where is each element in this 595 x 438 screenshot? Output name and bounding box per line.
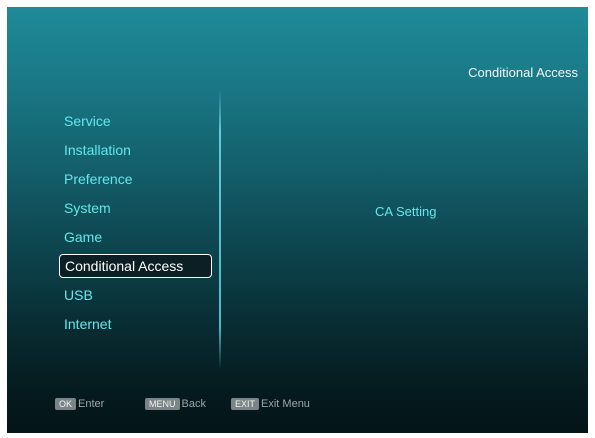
tv-menu-screen: Conditional Access Service Installation … — [7, 7, 588, 433]
hint-ok-label: Enter — [78, 398, 105, 410]
hint-exit-label: Exit Menu — [261, 398, 310, 410]
menu-divider — [219, 89, 221, 369]
menu-item-preference[interactable]: Preference — [59, 167, 219, 196]
menu-item-installation[interactable]: Installation — [59, 138, 219, 167]
menu-item-usb[interactable]: USB — [59, 283, 219, 312]
menu-item-game[interactable]: Game — [59, 225, 219, 254]
hint-menu-label: Back — [181, 398, 206, 410]
menu-item-internet[interactable]: Internet — [59, 312, 219, 341]
ok-key-icon: OK — [55, 398, 77, 410]
exit-key-icon: EXIT — [231, 398, 260, 410]
menu-item-service[interactable]: Service — [59, 109, 219, 138]
menu-key-icon: MENU — [145, 398, 180, 410]
hint-exit: EXIT Exit Menu — [231, 398, 310, 410]
hint-ok: OK Enter — [55, 398, 104, 410]
menu-item-system[interactable]: System — [59, 196, 219, 225]
hint-menu: MENU Back — [145, 398, 206, 410]
menu-item-conditional-access[interactable]: Conditional Access — [59, 254, 212, 278]
page-title: Conditional Access — [468, 65, 578, 80]
main-menu: Service Installation Preference System G… — [59, 109, 219, 341]
submenu-item-ca-setting[interactable]: CA Setting — [375, 204, 436, 219]
